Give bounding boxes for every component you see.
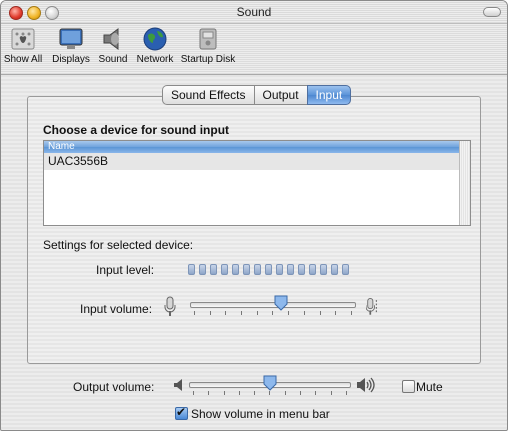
level-segment: [342, 264, 349, 275]
slider-tick: [315, 391, 317, 395]
speaker-low-icon: [174, 379, 182, 391]
level-segment: [331, 264, 338, 275]
toolbar-item-show-all[interactable]: Show All: [3, 26, 43, 65]
tab-input[interactable]: Input: [306, 85, 352, 105]
tab-bar: Sound Effects Output Input: [1, 85, 507, 105]
level-segment: [232, 264, 239, 275]
toolbar-label: Sound: [98, 54, 128, 65]
apple-grid-icon: [11, 28, 35, 50]
slider-tick: [256, 311, 258, 315]
slider-tick: [269, 391, 271, 395]
input-pane: Choose a device for sound input Name UAC…: [27, 96, 481, 364]
level-segment: [254, 264, 261, 275]
input-volume-slider[interactable]: [190, 294, 356, 318]
slider-tick: [288, 311, 290, 315]
slider-tick: [272, 311, 274, 315]
column-header-name[interactable]: Name: [44, 141, 461, 153]
slider-tick: [223, 391, 225, 395]
slider-tick: [254, 391, 256, 395]
slider-tick: [345, 391, 347, 395]
toolbar-item-network[interactable]: Network: [135, 26, 175, 65]
microphone-low-icon: [164, 296, 176, 316]
show-volume-in-menu-bar-checkbox[interactable]: [175, 405, 188, 420]
level-segment: [287, 264, 294, 275]
toolbar: Show All Displays Sound Network Startup …: [1, 24, 507, 75]
tab-output[interactable]: Output: [253, 85, 307, 105]
toolbar-item-sound[interactable]: Sound: [93, 26, 133, 65]
display-icon: [59, 28, 83, 49]
toolbar-label: Network: [136, 54, 174, 65]
slider-tick: [194, 311, 195, 315]
disk-icon: [199, 28, 217, 50]
settings-heading: Settings for selected device:: [43, 238, 194, 252]
mute-label: Mute: [416, 380, 443, 394]
slider-tick: [208, 391, 210, 395]
show-volume-in-menu-bar-label: Show volume in menu bar: [191, 407, 330, 421]
slider-tick: [238, 391, 240, 395]
mute-checkbox[interactable]: [402, 380, 415, 393]
level-segment: [221, 264, 228, 275]
slider-tick: [241, 311, 243, 315]
speaker-icon: [103, 28, 119, 50]
slider-tick: [350, 311, 352, 315]
level-segment: [243, 264, 250, 275]
globe-icon: [143, 27, 167, 51]
level-segment: [188, 264, 195, 275]
window-title: Sound: [236, 5, 272, 19]
level-segment: [276, 264, 283, 275]
slider-tick: [225, 311, 227, 315]
input-level-label: Input level:: [96, 263, 155, 277]
input-volume-label: Input volume:: [80, 302, 153, 316]
sound-preferences-window: Sound Show All Displays Sound Network St…: [0, 0, 508, 431]
level-segment: [309, 264, 316, 275]
microphone-high-icon: [366, 298, 377, 315]
slider-tick: [193, 391, 194, 395]
slider-tick: [300, 391, 302, 395]
title-bar[interactable]: Sound: [1, 1, 507, 24]
device-section-heading: Choose a device for sound input: [43, 123, 230, 137]
toolbar-label: Displays: [52, 54, 90, 65]
slider-knob[interactable]: [274, 295, 288, 311]
speaker-high-icon: [357, 377, 375, 393]
slider-tick: [284, 391, 286, 395]
toolbar-label: Show All: [3, 54, 43, 65]
slider-tick: [319, 311, 321, 315]
toolbar-item-startup-disk[interactable]: Startup Disk: [178, 26, 238, 65]
toolbar-toggle-button[interactable]: [483, 7, 501, 17]
level-segment: [210, 264, 217, 275]
toolbar-label: Startup Disk: [180, 54, 236, 65]
tab-sound-effects[interactable]: Sound Effects: [162, 85, 254, 105]
level-segment: [199, 264, 206, 275]
slider-tick: [303, 311, 305, 315]
device-table-scrollbar[interactable]: [459, 141, 470, 225]
level-segment: [265, 264, 272, 275]
input-level-meter: [188, 264, 349, 275]
device-table[interactable]: Name UAC3556B: [43, 140, 471, 226]
slider-tick: [330, 391, 332, 395]
toolbar-item-displays[interactable]: Displays: [51, 26, 91, 65]
slider-tick: [335, 311, 337, 315]
output-volume-label: Output volume:: [73, 380, 155, 394]
output-volume-slider[interactable]: [189, 374, 351, 398]
slider-knob[interactable]: [263, 375, 277, 391]
level-segment: [320, 264, 327, 275]
level-segment: [298, 264, 305, 275]
table-row[interactable]: UAC3556B: [44, 153, 461, 170]
slider-tick: [209, 311, 211, 315]
